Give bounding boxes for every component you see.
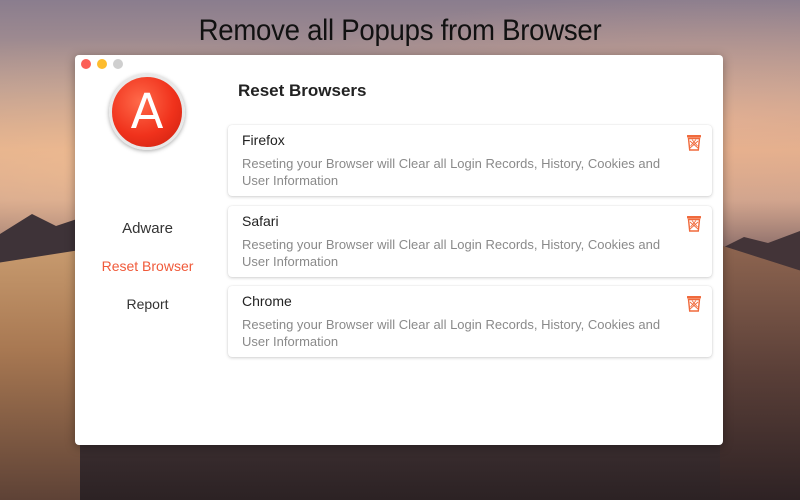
promo-headline: Remove all Popups from Browser [198, 14, 602, 47]
browser-description: Reseting your Browser will Clear all Log… [242, 237, 661, 269]
browser-name: Firefox [242, 132, 285, 148]
minimize-window-button[interactable] [97, 59, 107, 69]
sidebar-item-reset-browser[interactable]: Reset Browser [75, 258, 220, 274]
trash-icon[interactable] [686, 295, 702, 312]
page-title: Reset Browsers [238, 81, 367, 100]
window-controls [81, 59, 123, 69]
app-window: A Adware Reset Browser Report Reset Brow… [75, 55, 723, 445]
browser-description: Reseting your Browser will Clear all Log… [242, 156, 661, 188]
zoom-window-button[interactable] [113, 59, 123, 69]
browser-name: Safari [242, 213, 279, 229]
browser-card-safari: Safari Reseting your Browser will Clear … [228, 206, 712, 277]
app-logo: A [109, 74, 185, 150]
sidebar-item-report[interactable]: Report [75, 296, 220, 312]
browser-description: Reseting your Browser will Clear all Log… [242, 317, 661, 349]
browser-card-chrome: Chrome Reseting your Browser will Clear … [228, 286, 712, 357]
app-logo-letter: A [130, 84, 164, 140]
wallpaper-dune-right [720, 245, 800, 500]
wallpaper-dune-left [0, 250, 80, 500]
browser-name: Chrome [242, 293, 292, 309]
close-window-button[interactable] [81, 59, 91, 69]
browser-card-firefox: Firefox Reseting your Browser will Clear… [228, 125, 712, 196]
trash-icon[interactable] [686, 215, 702, 232]
sidebar-item-adware[interactable]: Adware [75, 220, 220, 237]
trash-icon[interactable] [686, 134, 702, 151]
